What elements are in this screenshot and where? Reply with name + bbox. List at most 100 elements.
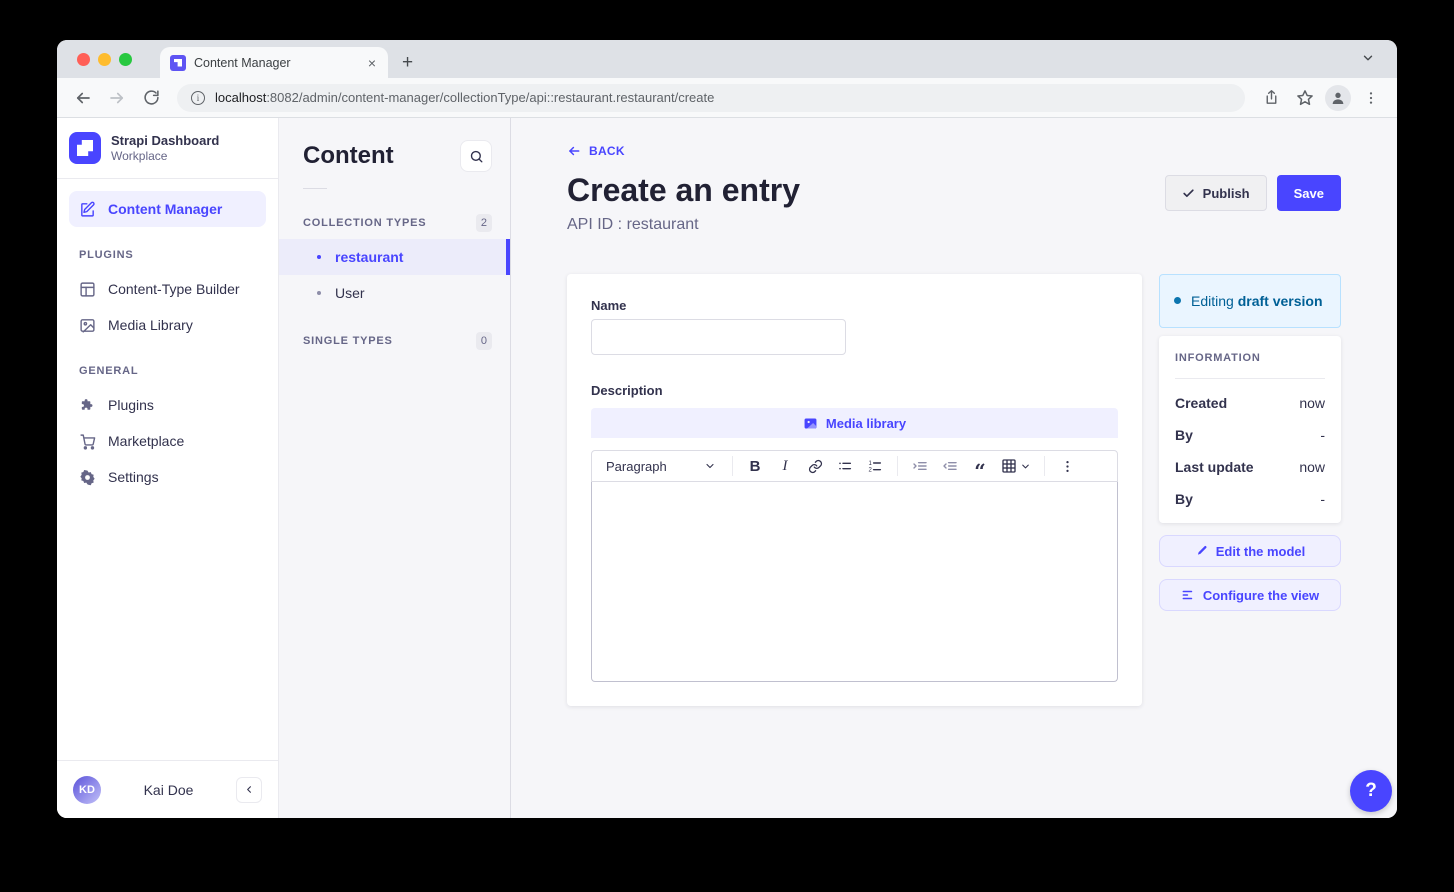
reload-icon[interactable] xyxy=(137,84,165,112)
configure-view-button[interactable]: Configure the view xyxy=(1159,579,1341,611)
tab-title: Content Manager xyxy=(194,56,358,70)
collection-types-count-badge: 2 xyxy=(476,214,492,232)
bullet-dot-icon xyxy=(317,255,321,259)
entry-side-panel: Editing draft version INFORMATION Create… xyxy=(1159,274,1341,611)
strapi-favicon-icon xyxy=(170,55,186,71)
tab-close-icon[interactable]: × xyxy=(366,55,378,71)
information-divider xyxy=(1175,378,1325,379)
sidebar-item-marketplace[interactable]: Marketplace xyxy=(69,423,266,459)
single-types-header: SINGLE TYPES 0 xyxy=(279,325,510,357)
sidebar-item-content-manager[interactable]: Content Manager xyxy=(69,191,266,227)
blockquote-icon[interactable]: “ xyxy=(966,453,994,479)
workspace-switcher[interactable]: Strapi Dashboard Workplace xyxy=(57,118,278,179)
edit-pencil-icon xyxy=(1195,545,1208,558)
description-field-label: Description xyxy=(591,383,1118,398)
browser-window: Content Manager × + i localhost:8082/adm… xyxy=(57,40,1397,818)
url-host: localhost xyxy=(215,90,266,105)
back-label: BACK xyxy=(589,144,625,158)
name-input[interactable] xyxy=(591,319,846,355)
group-label: SINGLE TYPES xyxy=(303,335,393,347)
link-icon[interactable] xyxy=(801,453,829,479)
media-library-label: Media library xyxy=(826,416,906,431)
edit-model-button[interactable]: Edit the model xyxy=(1159,535,1341,567)
main-sidebar: Strapi Dashboard Workplace Content Manag… xyxy=(57,118,279,818)
more-options-icon[interactable] xyxy=(1053,453,1081,479)
single-types-count-badge: 0 xyxy=(476,332,492,350)
block-style-select[interactable]: Paragraph xyxy=(598,453,724,479)
info-row-updated-by: By - xyxy=(1175,491,1325,507)
information-card: INFORMATION Created now By - L xyxy=(1159,336,1341,523)
maximize-window-button[interactable] xyxy=(119,53,132,66)
sidebar-item-content-type-builder[interactable]: Content-Type Builder xyxy=(69,271,266,307)
configure-view-label: Configure the view xyxy=(1203,588,1319,603)
minimize-window-button[interactable] xyxy=(98,53,111,66)
workspace-name: Workplace xyxy=(111,149,219,163)
collection-types-header: COLLECTION TYPES 2 xyxy=(279,207,510,239)
site-info-icon[interactable]: i xyxy=(191,91,205,105)
numbered-list-icon[interactable]: 12 xyxy=(861,453,889,479)
bullet-list-icon[interactable] xyxy=(831,453,859,479)
chevron-down-icon xyxy=(704,460,716,472)
toolbar-separator xyxy=(732,456,733,476)
sidebar-section-general: GENERAL xyxy=(79,365,266,377)
entry-form-card: Name Description Media library xyxy=(567,274,1142,706)
back-nav-icon[interactable] xyxy=(69,84,97,112)
info-row-created: Created now xyxy=(1175,395,1325,411)
sidebar-item-label: Settings xyxy=(108,469,159,485)
draft-status-box: Editing draft version xyxy=(1159,274,1341,328)
share-icon[interactable] xyxy=(1257,84,1285,112)
subnav-item-user[interactable]: User xyxy=(279,275,510,311)
sidebar-item-plugins[interactable]: Plugins xyxy=(69,387,266,423)
table-icon[interactable] xyxy=(996,453,1036,479)
indent-icon[interactable] xyxy=(906,453,934,479)
close-window-button[interactable] xyxy=(77,53,90,66)
new-tab-button[interactable]: + xyxy=(402,52,413,74)
edit-model-label: Edit the model xyxy=(1216,544,1306,559)
toolbar-separator xyxy=(1044,456,1045,476)
subnav-title: Content xyxy=(303,142,394,170)
window-controls xyxy=(77,53,132,66)
browser-tab[interactable]: Content Manager × xyxy=(160,47,388,78)
italic-icon[interactable]: I xyxy=(771,453,799,479)
sidebar-item-settings[interactable]: Settings xyxy=(69,459,266,495)
url-text: localhost:8082/admin/content-manager/col… xyxy=(215,90,714,105)
sidebar-item-label: Marketplace xyxy=(108,433,184,449)
help-button[interactable]: ? xyxy=(1350,770,1392,812)
rich-text-editor[interactable] xyxy=(591,482,1118,682)
publish-button[interactable]: Publish xyxy=(1165,175,1267,211)
tab-search-chevron-icon[interactable] xyxy=(1361,51,1375,65)
sidebar-item-label: Media Library xyxy=(108,317,193,333)
layout-icon xyxy=(79,281,96,298)
info-row-created-by: By - xyxy=(1175,427,1325,443)
subnav-item-restaurant[interactable]: restaurant xyxy=(279,239,510,275)
url-bar[interactable]: i localhost:8082/admin/content-manager/c… xyxy=(177,84,1245,112)
bookmark-star-icon[interactable] xyxy=(1291,84,1319,112)
page-title: Create an entry xyxy=(567,173,800,208)
block-style-value: Paragraph xyxy=(606,459,667,474)
forward-nav-icon[interactable] xyxy=(103,84,131,112)
arrow-left-icon xyxy=(567,144,581,158)
cart-icon xyxy=(79,433,96,450)
sidebar-item-media-library[interactable]: Media Library xyxy=(69,307,266,343)
sidebar-section-plugins: PLUGINS xyxy=(79,249,266,261)
user-avatar[interactable]: KD xyxy=(73,776,101,804)
media-library-button[interactable]: Media library xyxy=(591,408,1118,438)
search-button[interactable] xyxy=(460,140,492,172)
back-link[interactable]: BACK xyxy=(567,144,625,158)
strapi-logo xyxy=(69,132,101,164)
toolbar-separator xyxy=(897,456,898,476)
bullet-dot-icon xyxy=(317,291,321,295)
browser-menu-icon[interactable] xyxy=(1357,84,1385,112)
image-icon xyxy=(803,416,818,431)
outdent-icon[interactable] xyxy=(936,453,964,479)
edit-pencil-icon xyxy=(79,201,96,218)
browser-profile-avatar[interactable] xyxy=(1325,85,1351,111)
browser-toolbar: i localhost:8082/admin/content-manager/c… xyxy=(57,78,1397,118)
configure-filter-icon xyxy=(1181,588,1195,602)
main-content: BACK Create an entry API ID : restaurant… xyxy=(511,118,1397,818)
draft-status-text: Editing draft version xyxy=(1191,291,1323,311)
bold-icon[interactable]: B xyxy=(741,453,769,479)
save-button[interactable]: Save xyxy=(1277,175,1341,211)
sidebar-item-label: Content Manager xyxy=(108,201,222,217)
collapse-sidebar-button[interactable] xyxy=(236,777,262,803)
